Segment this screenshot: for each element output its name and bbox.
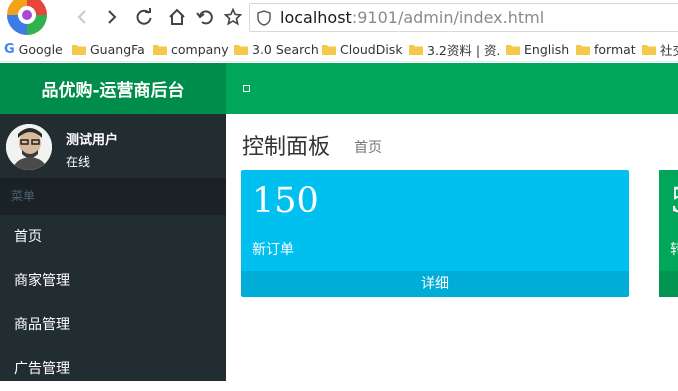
sidebar-toggle-icon[interactable] [243, 85, 250, 92]
new-orders-count: 150 [252, 181, 319, 221]
folder-icon [409, 44, 423, 55]
undo-icon [196, 10, 213, 25]
bookmark-english[interactable]: English [506, 40, 569, 58]
back-button[interactable] [72, 6, 94, 28]
bookmark-clouddisk[interactable]: CloudDisk [322, 40, 403, 58]
bookmark-social[interactable]: 社交 [642, 40, 678, 58]
folder-icon [234, 44, 248, 55]
info-box-body: 5 转 [659, 170, 678, 271]
top-navbar [226, 63, 678, 114]
shield-icon [257, 10, 271, 26]
menu-header: 菜单 [0, 178, 226, 215]
home-icon [169, 8, 185, 25]
folder-icon [322, 44, 336, 55]
browser-logo-icon[interactable] [4, 0, 50, 38]
star-icon [224, 8, 242, 26]
folder-icon [153, 44, 167, 55]
bookmark-star-button[interactable] [222, 6, 244, 28]
bookmark-guangfa[interactable]: GuangFa [72, 40, 145, 58]
page-subtitle: 首页 [354, 140, 382, 156]
details-link[interactable]: 详细 [241, 271, 629, 297]
page-title: 控制面板 [242, 135, 331, 160]
user-status: 在线 [66, 155, 91, 169]
brand-logo[interactable]: 品优购-运营商后台 [0, 63, 226, 114]
url-text: localhost:9101/admin/index.html [280, 8, 545, 27]
forward-button[interactable] [100, 6, 122, 28]
folder-icon [576, 44, 590, 55]
back-arrow-icon [77, 10, 86, 24]
avatar [6, 124, 52, 170]
sidebar-item-merchants[interactable]: 商家管理 [0, 259, 226, 303]
bookmark-materials[interactable]: 3.2资料 | 资. [409, 40, 501, 58]
home-button[interactable] [166, 6, 188, 28]
new-orders-box: 150 新订单 详细 [241, 170, 629, 297]
undo-close-tab-button[interactable] [194, 6, 216, 28]
second-stat-count: 5 [670, 181, 678, 221]
second-stat-box: 5 转 [659, 170, 678, 297]
reload-icon [136, 8, 152, 25]
reload-button[interactable] [133, 6, 155, 28]
sidebar-item-ads[interactable]: 广告管理 [0, 347, 226, 391]
bookmarks-bar: G Google GuangFa company 3.0 Search Cloud… [0, 36, 678, 62]
folder-icon [506, 44, 520, 55]
sidebar-item-home[interactable]: 首页 [0, 215, 226, 259]
second-stat-label: 转 [670, 242, 678, 258]
second-details-link[interactable] [659, 271, 678, 297]
sidebar-item-products[interactable]: 商品管理 [0, 303, 226, 347]
bookmark-format[interactable]: format [576, 40, 636, 58]
folder-icon [642, 44, 656, 55]
browser-toolbar: localhost:9101/admin/index.html [0, 0, 678, 36]
bookmark-search[interactable]: 3.0 Search [234, 40, 319, 58]
folder-icon [72, 44, 86, 55]
address-bar[interactable]: localhost:9101/admin/index.html [249, 3, 678, 32]
forward-arrow-icon [108, 10, 117, 24]
info-box-body: 150 新订单 [241, 170, 629, 271]
user-avatar-icon [6, 124, 52, 170]
bookmark-company[interactable]: company [153, 40, 229, 58]
sidebar: 品优购-运营商后台 菜单 首页 商家管理 商品管理 广告管理 [0, 63, 226, 381]
google-icon: G [4, 41, 15, 57]
new-orders-label: 新订单 [252, 242, 294, 258]
user-name: 测试用户 [66, 133, 119, 148]
bookmark-google[interactable]: G Google [4, 40, 63, 58]
